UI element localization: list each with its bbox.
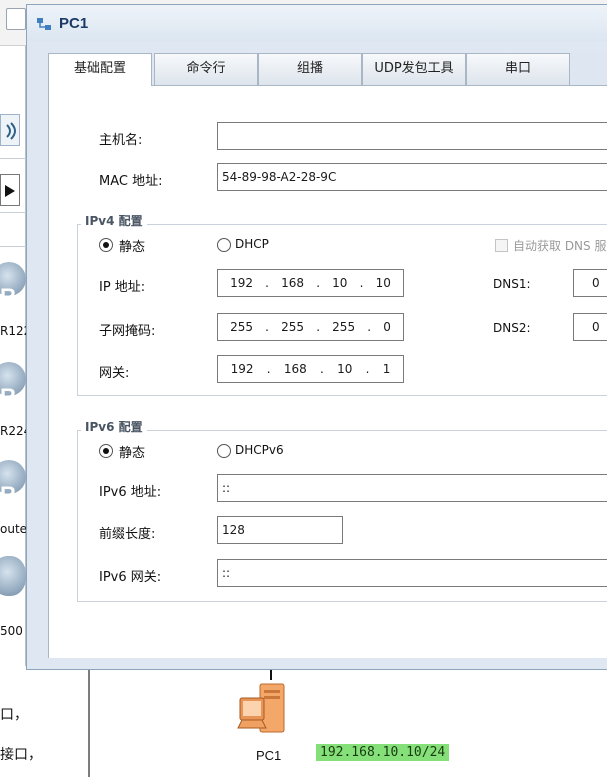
ip-address-label: IP 地址: xyxy=(99,280,146,295)
basic-config-panel: 主机名: MAC 地址: 54-89-98-A2-28-9C IPv4 配置 静… xyxy=(48,85,607,658)
ipv6-static-label: 静态 xyxy=(119,446,146,461)
dialog-title: PC1 xyxy=(59,15,89,32)
pc-config-dialog: PC1 基础配置 命令行 组播 UDP发包工具 串口 主机名: MAC 地址: … xyxy=(26,4,607,670)
document-icon[interactable] xyxy=(6,8,26,30)
ipv6-address-label: IPv6 地址: xyxy=(99,485,162,500)
ipv6-gateway-field[interactable]: :: xyxy=(217,559,607,587)
mask-octet: 255 xyxy=(281,320,305,334)
ip-address-field[interactable]: 192. 168. 10. 10 xyxy=(217,269,404,297)
hostname-label: 主机名: xyxy=(99,133,143,148)
ipv6-static-radio[interactable] xyxy=(99,444,113,458)
ip-octet: 192 xyxy=(230,276,253,290)
description-text: 口， xyxy=(0,707,28,723)
ip-octet: 168 xyxy=(281,276,305,290)
prefix-length-field[interactable]: 128 xyxy=(217,516,343,544)
ipv6-group-title: IPv6 配置 xyxy=(81,418,147,435)
mac-label: MAC 地址: xyxy=(99,174,163,189)
pc-icon[interactable] xyxy=(236,680,304,742)
ip-address-tag: 192.168.10.10/24 xyxy=(316,744,450,761)
description-text: 接口， xyxy=(0,747,42,763)
auto-dns-label: 自动获取 DNS 服 xyxy=(513,239,607,253)
wireless-icon[interactable] xyxy=(0,114,20,146)
router-label: R122 xyxy=(0,324,26,338)
gateway-label: 网关: xyxy=(99,366,130,381)
subnet-mask-label: 子网掩码: xyxy=(99,324,156,339)
subnet-mask-field[interactable]: 255. 255. 255. 0 xyxy=(217,313,404,341)
mask-octet: 255 xyxy=(332,320,356,334)
ipv6-address-field[interactable]: :: xyxy=(217,474,607,502)
ipv4-dhcp-label: DHCP xyxy=(235,237,269,251)
hostname-field[interactable] xyxy=(217,122,607,150)
router-label: 500 xyxy=(0,624,23,638)
ip-octet: 10 xyxy=(332,276,348,290)
tab-command-line[interactable]: 命令行 xyxy=(154,53,258,85)
gateway-field[interactable]: 192. 168. 10. 1 xyxy=(217,355,404,383)
pc-network-icon xyxy=(36,17,52,31)
prefix-length-label: 前缀长度: xyxy=(99,527,156,542)
dns2-field[interactable]: 0 xyxy=(573,313,607,341)
tab-serial[interactable]: 串口 xyxy=(466,53,570,85)
dialog-client: 基础配置 命令行 组播 UDP发包工具 串口 主机名: MAC 地址: 54-8… xyxy=(48,53,607,658)
mask-octet: 0 xyxy=(383,320,391,334)
tab-multicast[interactable]: 组播 xyxy=(258,53,362,85)
description-panel: 口， 接口， xyxy=(0,666,90,777)
dns1-field[interactable]: 0 xyxy=(573,269,607,297)
dns1-label: DNS1: xyxy=(493,277,531,291)
ipv4-group-title: IPv4 配置 xyxy=(81,212,147,229)
router-label: oute xyxy=(0,522,26,536)
ipv4-static-radio[interactable] xyxy=(99,238,113,252)
tab-udp-tool[interactable]: UDP发包工具 xyxy=(362,53,466,85)
pc-label: PC1 xyxy=(256,748,282,763)
gateway-octet: 168 xyxy=(283,362,307,376)
gateway-octet: 1 xyxy=(382,362,391,376)
device-palette: R R122 R R224 R oute 500 xyxy=(0,46,26,666)
mask-octet: 255 xyxy=(230,320,253,334)
gateway-octet: 10 xyxy=(337,362,353,376)
router-icon[interactable] xyxy=(0,556,26,596)
ipv4-static-label: 静态 xyxy=(119,240,146,255)
gateway-octet: 192 xyxy=(230,362,254,376)
ipv4-dhcp-radio[interactable] xyxy=(217,238,231,252)
auto-dns-checkbox[interactable] xyxy=(495,239,508,252)
tab-basic-config[interactable]: 基础配置 xyxy=(48,53,152,86)
arrow-right-icon[interactable] xyxy=(0,174,20,206)
router-label: R224 xyxy=(0,424,26,438)
ipv6-dhcp-label: DHCPv6 xyxy=(235,443,284,457)
ipv6-dhcp-radio[interactable] xyxy=(217,444,231,458)
dialog-titlebar[interactable]: PC1 xyxy=(27,5,607,41)
ipv6-gateway-label: IPv6 网关: xyxy=(99,570,162,585)
mac-field[interactable]: 54-89-98-A2-28-9C xyxy=(217,163,607,191)
ip-octet: 10 xyxy=(375,276,391,290)
dns2-label: DNS2: xyxy=(493,321,531,335)
